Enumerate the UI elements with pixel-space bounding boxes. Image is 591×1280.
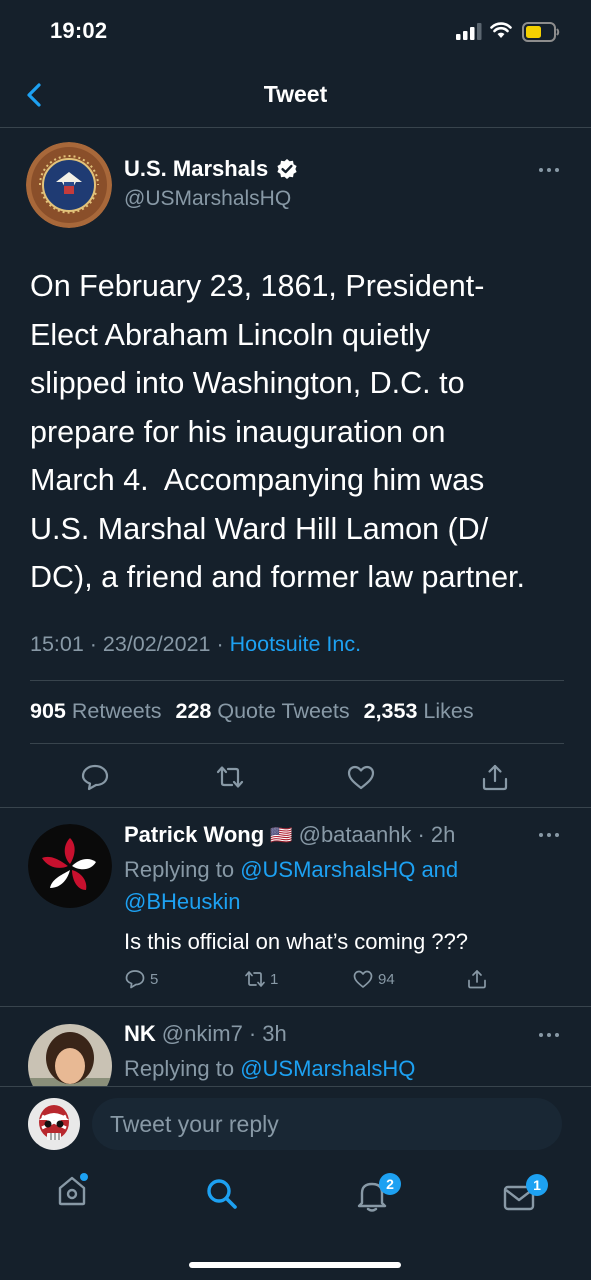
home-unread-dot bbox=[80, 1173, 88, 1181]
notifications-badge: 2 bbox=[379, 1173, 401, 1195]
retweet-count: 1 bbox=[270, 970, 279, 988]
tweet-text-line: U.S. Marshal Ward Hill Lamon (D/ bbox=[30, 511, 489, 546]
retweet-icon bbox=[245, 971, 265, 987]
replying-to-mention[interactable]: @USMarshalsHQ and bbox=[240, 857, 458, 882]
reply-input[interactable] bbox=[92, 1098, 562, 1150]
reply-author-name[interactable]: NK bbox=[124, 1021, 156, 1047]
verified-badge-icon bbox=[277, 159, 297, 179]
page-title: Tweet bbox=[263, 81, 328, 107]
tweet-text-line: slipped into Washington, D.C. to bbox=[30, 366, 465, 400]
retweets-label: Retweets bbox=[71, 699, 162, 723]
like-count: 94 bbox=[378, 970, 395, 988]
reply-count: 5 bbox=[150, 970, 159, 988]
reply-header: NK @nkim7 · 3h bbox=[124, 1021, 287, 1047]
share-icon bbox=[468, 970, 486, 989]
flag-emoji: 🇺🇸 bbox=[270, 824, 293, 845]
tweet-stats: 905 Retweets 228 Quote Tweets 2,353 Like… bbox=[30, 699, 474, 724]
tweet-text-line: Elect Abraham Lincoln quietly bbox=[30, 317, 431, 352]
wifi-icon bbox=[490, 22, 512, 38]
reply-retweet-action[interactable]: 1 bbox=[244, 968, 278, 990]
compose-divider bbox=[0, 1086, 591, 1087]
reply-author-handle[interactable]: @nkim7 bbox=[162, 1021, 243, 1047]
author-name[interactable]: U.S. Marshals bbox=[124, 156, 298, 182]
meta-divider bbox=[30, 680, 564, 681]
tweet-text-line: On February 23, 1861, President- bbox=[30, 269, 485, 303]
reply-icon[interactable] bbox=[80, 762, 110, 792]
tweet-text-line: DC), a friend and former law partner. bbox=[30, 560, 525, 594]
author-handle[interactable]: @USMarshalsHQ bbox=[124, 187, 291, 211]
more-options-icon[interactable] bbox=[537, 831, 561, 839]
header-divider bbox=[0, 127, 591, 128]
more-options-icon[interactable] bbox=[537, 1031, 561, 1039]
tweet-timestamp: 15:01 · 23/02/2021 · bbox=[30, 632, 230, 656]
reply-header: Patrick Wong 🇺🇸 @bataanhk · 2h bbox=[124, 822, 455, 848]
replying-to: Replying to @USMarshalsHQ bbox=[124, 1053, 415, 1085]
share-icon[interactable] bbox=[480, 762, 510, 792]
search-icon[interactable] bbox=[204, 1176, 240, 1212]
tweet-source-link[interactable]: Hootsuite Inc. bbox=[230, 632, 361, 656]
quotes-count: 228 bbox=[175, 699, 212, 723]
tweet-text: On February 23, 1861, President- Elect A… bbox=[30, 262, 570, 602]
replying-to-prefix: Replying to bbox=[124, 1056, 241, 1081]
replying-to-mention[interactable]: @USMarshalsHQ bbox=[240, 1056, 415, 1081]
tweet-text-line: March 4. Accompanying him was bbox=[30, 463, 485, 497]
reply-divider bbox=[0, 1006, 591, 1007]
reply-text: Is this official on what’s coming ??? bbox=[124, 929, 469, 954]
tweet-divider bbox=[0, 807, 591, 808]
home-icon[interactable] bbox=[54, 1172, 90, 1208]
replying-to: Replying to @USMarshalsHQ and bbox=[124, 854, 458, 886]
author-name-text: U.S. Marshals bbox=[124, 156, 269, 181]
tweet-meta: 15:01 · 23/02/2021 · Hootsuite Inc. bbox=[30, 632, 361, 657]
reply-like-action[interactable]: 94 bbox=[352, 968, 395, 990]
replying-to-prefix: Replying to bbox=[124, 857, 241, 882]
replying-to-mention-2[interactable]: @BHeuskin bbox=[124, 886, 241, 918]
stats-divider bbox=[30, 743, 564, 744]
reply-reply-action[interactable]: 5 bbox=[124, 968, 158, 990]
reply-author-name[interactable]: Patrick Wong bbox=[124, 822, 264, 848]
like-heart-icon[interactable] bbox=[346, 762, 376, 792]
likes-stat[interactable]: 2,353 Likes bbox=[364, 699, 474, 724]
tweet-text-line: prepare for his inauguration on bbox=[30, 414, 446, 449]
retweets-stat[interactable]: 905 Retweets bbox=[30, 699, 161, 724]
author-avatar[interactable] bbox=[26, 142, 112, 228]
status-time: 19:02 bbox=[50, 18, 108, 43]
reply-icon bbox=[125, 970, 145, 989]
retweet-icon[interactable] bbox=[215, 762, 245, 792]
messages-badge: 1 bbox=[526, 1174, 548, 1196]
reply-author-handle[interactable]: @bataanhk bbox=[299, 822, 412, 848]
my-avatar[interactable] bbox=[28, 1098, 80, 1150]
reply-age: · 3h bbox=[248, 1021, 287, 1046]
reply-age: · 2h bbox=[417, 822, 456, 847]
battery-icon bbox=[522, 22, 560, 42]
like-heart-icon bbox=[353, 970, 373, 988]
more-options-icon[interactable] bbox=[537, 166, 561, 174]
quotes-stat[interactable]: 228 Quote Tweets bbox=[175, 699, 349, 724]
quotes-label: Quote Tweets bbox=[217, 699, 350, 723]
cellular-signal-icon bbox=[456, 23, 482, 40]
reply-share-action[interactable] bbox=[466, 968, 488, 990]
reply-avatar[interactable] bbox=[28, 824, 112, 908]
likes-label: Likes bbox=[423, 699, 474, 723]
home-indicator[interactable] bbox=[189, 1262, 401, 1268]
retweets-count: 905 bbox=[30, 699, 66, 723]
likes-count: 2,353 bbox=[363, 699, 418, 723]
